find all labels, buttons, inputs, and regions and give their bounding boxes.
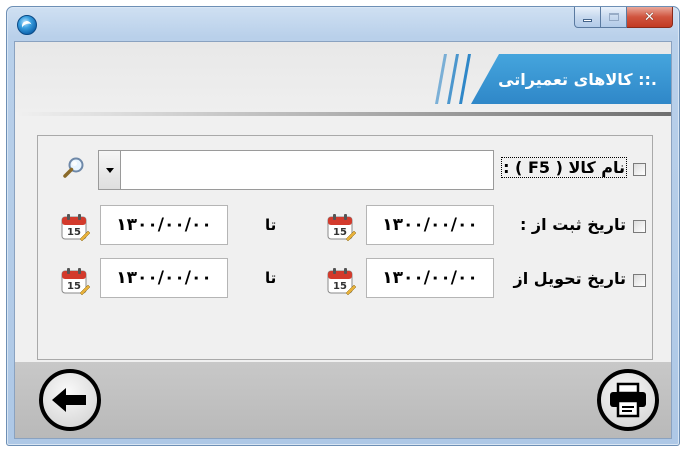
reg-date-to-label: تا	[265, 216, 277, 234]
magnifier-icon[interactable]	[62, 156, 86, 180]
calendar-icon[interactable]: 15	[326, 266, 356, 296]
combobox-dropdown-button[interactable]	[99, 151, 121, 189]
reg-date-checkbox[interactable]	[633, 220, 646, 233]
header-divider	[15, 112, 671, 116]
application-window: ✕ .:: کالاهای تعمیراتی نام کالا ( F5 ) :	[6, 6, 680, 446]
item-name-checkbox[interactable]	[633, 163, 646, 176]
reg-date-to-input[interactable]: ۱۳۰۰/۰۰/۰۰	[100, 205, 228, 245]
app-icon[interactable]	[17, 15, 37, 35]
close-button[interactable]: ✕	[627, 7, 673, 28]
maximize-button[interactable]	[601, 7, 627, 28]
delivery-date-to-input[interactable]: ۱۳۰۰/۰۰/۰۰	[100, 258, 228, 298]
reg-date-label: تاریخ ثبت از :	[519, 215, 626, 234]
close-icon: ✕	[644, 9, 655, 25]
filter-panel: نام کالا ( F5 ) : تاریخ ثبت از : ۱۳۰۰/۰۰…	[37, 135, 653, 360]
chevron-down-icon	[105, 167, 114, 173]
back-arrow-icon	[52, 388, 86, 412]
minimize-icon	[583, 18, 592, 22]
item-name-combobox[interactable]	[98, 150, 494, 190]
calendar-day-text: 15	[67, 281, 81, 292]
printer-icon	[610, 382, 646, 418]
page-title: .:: کالاهای تعمیراتی	[498, 69, 657, 89]
title-bar[interactable]: ✕	[7, 7, 679, 41]
maximize-icon	[608, 13, 619, 21]
minimize-button[interactable]	[574, 7, 601, 28]
calendar-day-text: 15	[333, 281, 347, 292]
calendar-day-text: 15	[333, 227, 347, 238]
window-controls: ✕	[574, 7, 673, 29]
item-name-label: نام کالا ( F5 ) :	[501, 157, 627, 178]
delivery-date-checkbox[interactable]	[633, 274, 646, 287]
calendar-icon[interactable]: 15	[60, 266, 90, 296]
footer-toolbar	[15, 362, 671, 438]
client-area: .:: کالاهای تعمیراتی نام کالا ( F5 ) : ت…	[14, 41, 672, 439]
calendar-icon[interactable]: 15	[60, 212, 90, 242]
delivery-date-label: تاریخ تحویل از	[513, 269, 626, 288]
delivery-date-to-label: تا	[265, 269, 277, 287]
print-button[interactable]	[597, 369, 659, 431]
calendar-day-text: 15	[67, 227, 81, 238]
delivery-date-from-input[interactable]: ۱۳۰۰/۰۰/۰۰	[366, 258, 494, 298]
header-title-tab: .:: کالاهای تعمیراتی	[471, 54, 671, 104]
calendar-icon[interactable]: 15	[326, 212, 356, 242]
back-button[interactable]	[39, 369, 101, 431]
reg-date-from-input[interactable]: ۱۳۰۰/۰۰/۰۰	[366, 205, 494, 245]
